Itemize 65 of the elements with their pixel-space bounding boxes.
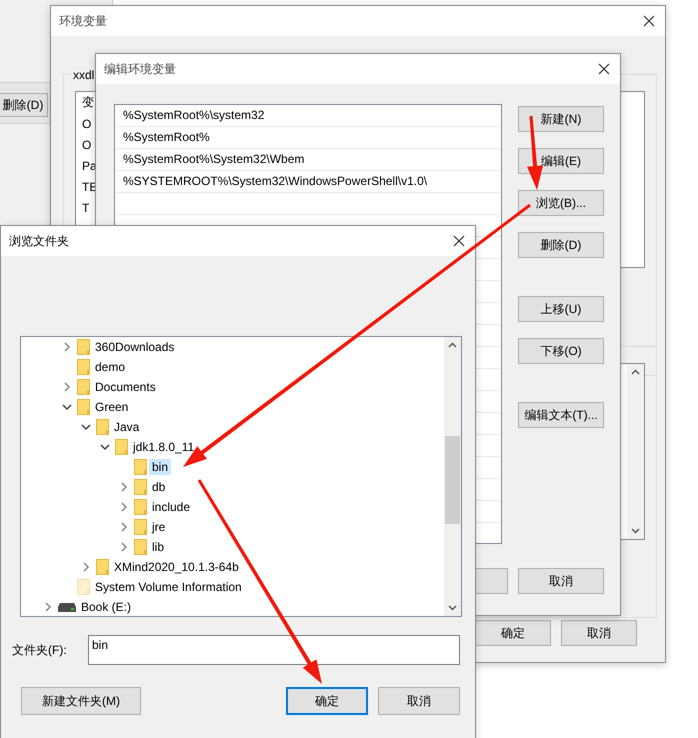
list-item[interactable]: %SystemRoot% [115,127,501,149]
tree-item[interactable]: Documents [92,379,159,395]
action-button[interactable]: 上移(U) [518,296,604,322]
dialog-button[interactable]: 确定 [286,687,368,715]
cancel-button[interactable]: 取消 [518,568,604,594]
folder-icon [134,539,147,555]
dialog-button[interactable]: 取消 [378,687,460,715]
folder-icon [77,399,90,415]
close-icon[interactable] [598,63,610,75]
scroll-up-icon[interactable] [631,369,640,375]
list-item[interactable]: O [76,114,96,135]
tree-item[interactable]: lib [149,539,168,555]
window-title: 环境变量 [59,12,107,30]
folder-icon [134,459,147,475]
folder-icon [134,519,147,535]
tree-item[interactable]: System Volume Information [92,579,245,595]
column-header: 变 [81,94,95,111]
dialog-button[interactable]: 取消 [561,620,637,646]
scroll-down-icon[interactable] [448,605,457,611]
drive-icon [58,602,76,612]
action-button[interactable]: 新建(N) [518,106,604,132]
action-button[interactable]: 编辑(E) [518,148,604,174]
action-button[interactable]: 浏览(B)... [518,190,604,216]
tree-item[interactable]: Book (E:) [78,599,134,615]
folder-icon [96,559,109,575]
tree-item[interactable]: jre [149,519,168,535]
tree-item[interactable]: db [149,479,168,495]
tree-item[interactable]: demo [92,359,128,375]
list-item[interactable]: O [76,135,96,156]
list-item[interactable]: %SYSTEMROOT%\System32\WindowsPowerShell\v1.0\ [115,171,501,193]
folder-icon [115,439,128,455]
folder-field[interactable]: bin [88,635,460,665]
dialog-button[interactable]: 新建文件夹(M) [21,687,141,715]
folder-icon [77,379,90,395]
action-button[interactable]: 下移(O) [518,338,604,364]
tree-item[interactable]: Green [92,399,132,415]
folder-icon [77,579,90,595]
action-button[interactable]: 删除(D) [518,232,604,258]
folder-icon [77,339,90,355]
tree-item[interactable]: jdk1.8.0_11 [130,439,198,455]
list-item[interactable]: T [76,198,96,219]
close-icon[interactable] [643,15,655,27]
scrollbar[interactable] [444,337,461,616]
folder-icon [134,499,147,515]
scroll-up-icon[interactable] [448,342,457,348]
window-title: 浏览文件夹 [9,232,69,250]
scrollbar[interactable] [627,364,644,539]
folder-icon [134,479,147,495]
list-item[interactable]: %SystemRoot%\System32\Wbem [115,149,501,171]
list-item[interactable]: %SystemRoot%\system32 [115,105,501,127]
action-button[interactable]: 编辑文本(T)... [518,402,604,428]
tree-item[interactable]: bin [149,459,172,475]
delete-button[interactable]: 删除(D) [0,93,48,117]
group-label: xxdl [71,68,96,82]
close-icon[interactable] [453,235,465,247]
dialog-button[interactable]: 确定 [475,620,551,646]
tree-item[interactable]: Java [111,419,142,435]
tree-item[interactable]: XMind2020_10.1.3-64b [111,559,242,575]
scroll-down-icon[interactable] [631,528,640,534]
tree-item[interactable]: 360Downloads [92,339,178,355]
folder-icon [96,419,109,435]
tree-item[interactable]: include [149,499,194,515]
field-label: 文件夹(F): [12,642,68,658]
window-title: 编辑环境变量 [104,60,176,78]
folder-icon [77,359,90,375]
